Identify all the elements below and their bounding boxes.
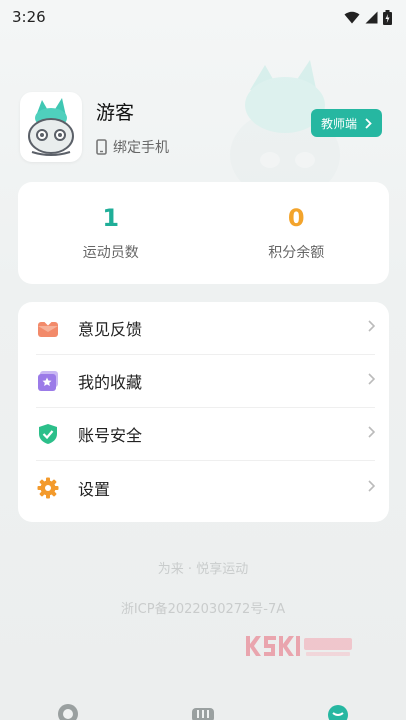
stat-athletes[interactable]: 1 运动员数: [18, 182, 204, 284]
tab-home[interactable]: [53, 698, 83, 720]
profile-info: 游客 绑定手机: [96, 98, 169, 157]
chevron-right-icon: [368, 479, 376, 496]
grid-tab-icon: [191, 708, 214, 720]
menu-item-account-security-label: 账号安全: [78, 426, 143, 445]
tab-middle[interactable]: [188, 698, 218, 720]
teacher-mode-label: 教师端: [320, 116, 357, 131]
athlete-count: 1: [102, 204, 120, 232]
shield-check-icon: [36, 422, 60, 446]
mascot-avatar-icon: [28, 98, 74, 156]
menu-item-feedback[interactable]: 意见反馈: [36, 302, 376, 355]
teacher-mode-button[interactable]: 教师端: [310, 109, 382, 137]
stats-card: 1 运动员数 0 积分余额: [18, 182, 389, 284]
chevron-right-icon: [368, 426, 376, 442]
favorites-star-icon: [36, 369, 60, 393]
stat-points[interactable]: 0 积分余额: [204, 182, 390, 284]
menu-item-settings[interactable]: 设置: [36, 461, 376, 514]
feedback-envelope-icon: [36, 316, 60, 340]
bottom-tab-bar: [0, 698, 406, 720]
gear-icon: [36, 476, 60, 500]
avatar[interactable]: [20, 92, 82, 162]
profile-tab-icon: [328, 705, 349, 720]
bind-phone-label: 绑定手机: [113, 139, 169, 156]
chevron-right-icon: [365, 117, 372, 129]
battery-icon: [383, 9, 392, 25]
chevron-right-icon: [368, 373, 376, 389]
menu-card: 意见反馈 我的收藏 账号安全 设置: [18, 302, 389, 522]
athlete-count-label: 运动员数: [82, 245, 139, 261]
points-balance: 0: [287, 204, 305, 232]
chevron-right-icon: [368, 320, 376, 336]
icp-record-number[interactable]: 浙ICP备2022030272号-7A: [0, 598, 406, 617]
menu-item-feedback-label: 意见反馈: [78, 320, 143, 339]
status-bar: 3:26: [0, 0, 406, 34]
menu-item-favorites-label: 我的收藏: [78, 373, 143, 392]
menu-item-settings-label: 设置: [78, 479, 111, 499]
footer-slogan: 为来 · 悦享运动: [157, 562, 249, 577]
status-icons: [344, 9, 392, 25]
status-time: 3:26: [12, 8, 46, 26]
tab-mine[interactable]: [323, 698, 353, 720]
signal-icon: [365, 11, 378, 23]
home-tab-icon: [57, 704, 78, 720]
bind-phone-link[interactable]: 绑定手机: [96, 137, 169, 157]
wifi-icon: [344, 11, 360, 23]
watermark-logo: [246, 636, 352, 656]
points-balance-label: 积分余额: [268, 245, 325, 261]
username: 游客: [96, 101, 135, 124]
menu-item-favorites[interactable]: 我的收藏: [36, 355, 376, 408]
menu-item-account-security[interactable]: 账号安全: [36, 408, 376, 461]
phone-icon: [96, 138, 107, 155]
